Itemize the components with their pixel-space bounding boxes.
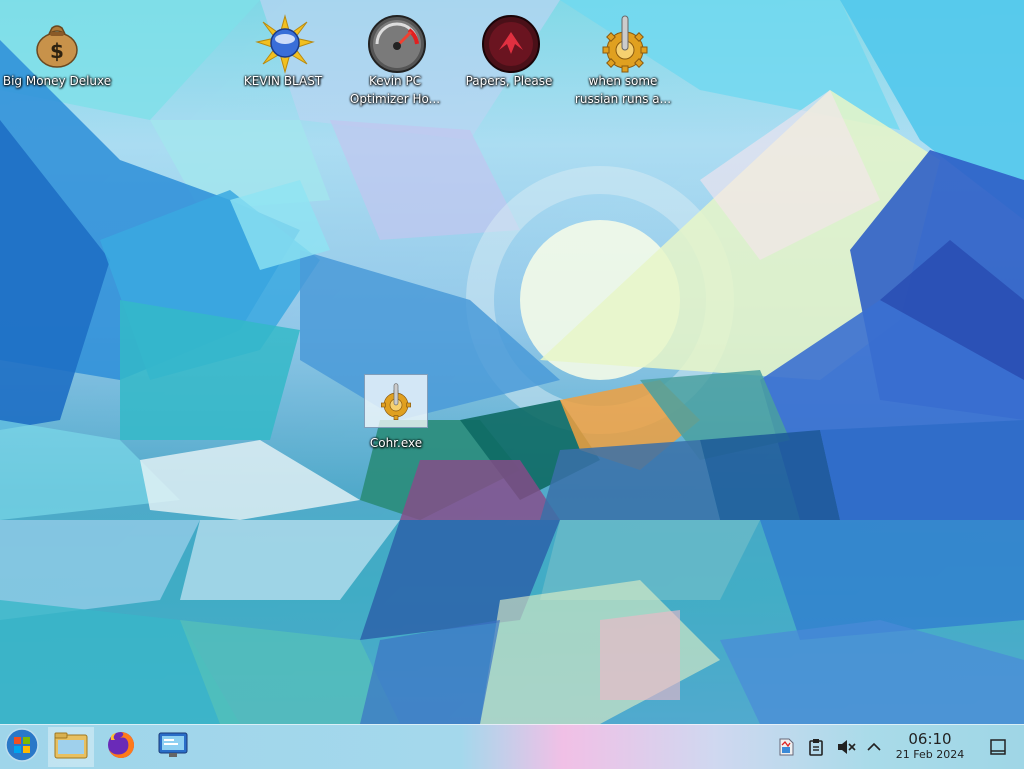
file-manager-icon bbox=[54, 731, 88, 763]
desktop-icon-when-some-russian[interactable]: when some russian runs a... bbox=[568, 6, 678, 108]
desktop-icon-label: KEVIN BLAST bbox=[243, 74, 323, 88]
svg-text:$: $ bbox=[50, 39, 64, 63]
taskbar-firefox[interactable] bbox=[100, 727, 142, 767]
clock-date: 21 Feb 2024 bbox=[895, 748, 965, 761]
start-button[interactable] bbox=[2, 727, 42, 767]
gear-icon bbox=[595, 14, 651, 73]
system-monitor-icon[interactable] bbox=[776, 737, 796, 757]
desktop[interactable]: $ Big Money Deluxe KEVIN BLAST Kevin PC … bbox=[0, 0, 1024, 724]
desktop-icon-label: when some russian runs a... bbox=[574, 74, 672, 106]
show-desktop-icon[interactable] bbox=[988, 737, 1008, 757]
desktop-icon-papers-please[interactable]: Papers, Please bbox=[454, 6, 564, 90]
volume-muted-icon[interactable] bbox=[836, 737, 856, 757]
desktop-icon-cohr-exe[interactable]: Cohr.exe bbox=[341, 372, 451, 452]
desktop-icon-label: Papers, Please bbox=[465, 74, 553, 88]
taskbar: 06:10 21 Feb 2024 bbox=[0, 724, 1024, 769]
desktop-icon-label: Big Money Deluxe bbox=[2, 74, 112, 88]
clock-time: 06:10 bbox=[908, 730, 952, 748]
desktop-icon-big-money-deluxe[interactable]: $ Big Money Deluxe bbox=[2, 6, 112, 90]
control-panel-icon bbox=[157, 731, 189, 763]
desktop-icon-label: Cohr.exe bbox=[369, 436, 423, 450]
start-orb-icon bbox=[5, 728, 39, 766]
speedometer-icon bbox=[367, 14, 426, 73]
desktop-icon-kevin-blast[interactable]: KEVIN BLAST bbox=[228, 6, 338, 90]
taskbar-control-panel[interactable] bbox=[152, 727, 194, 767]
wallpaper bbox=[0, 0, 1024, 724]
papers-please-emblem-icon bbox=[481, 14, 540, 73]
taskbar-file-manager[interactable] bbox=[48, 727, 94, 767]
gear-icon bbox=[364, 374, 428, 428]
starburst-orb-icon bbox=[255, 14, 315, 74]
firefox-icon bbox=[106, 730, 136, 764]
money-bag-icon: $ bbox=[29, 14, 85, 70]
system-clock[interactable]: 06:10 21 Feb 2024 bbox=[880, 731, 980, 762]
desktop-icon-label: Kevin PC Optimizer Ho... bbox=[349, 74, 441, 106]
desktop-icon-kevin-pc-optimizer[interactable]: Kevin PC Optimizer Ho... bbox=[340, 6, 450, 108]
clipboard-icon[interactable] bbox=[806, 737, 826, 757]
